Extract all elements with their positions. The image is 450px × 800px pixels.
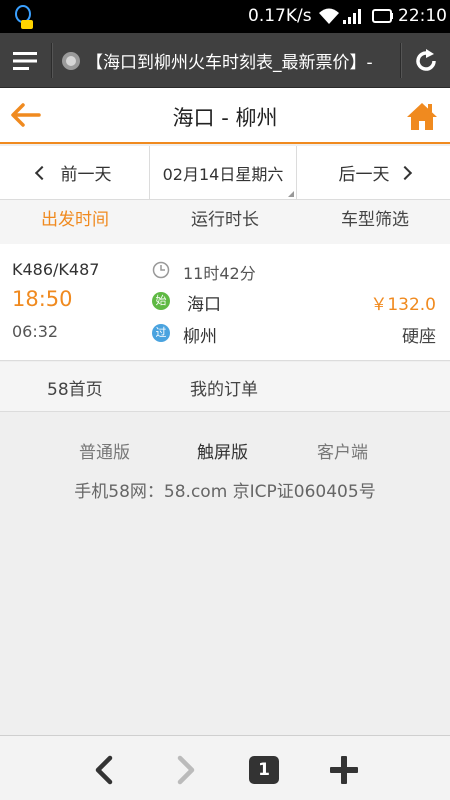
next-day-label: 后一天 bbox=[338, 165, 390, 185]
wifi-icon bbox=[319, 8, 339, 24]
new-tab-icon bbox=[330, 756, 358, 784]
refresh-icon bbox=[416, 48, 436, 71]
my-orders-link[interactable]: 我的订单 bbox=[190, 375, 258, 400]
home-link[interactable]: 58首页 bbox=[47, 375, 103, 400]
qq-notification-icon bbox=[15, 5, 33, 29]
status-bar: 0.17K/s 22:10 bbox=[0, 0, 450, 33]
client-app-link[interactable]: 客户端 bbox=[317, 438, 368, 463]
tabs-icon: 1 bbox=[249, 756, 279, 784]
divider bbox=[400, 43, 401, 78]
passing-badge: 过 bbox=[152, 324, 170, 342]
seat-type: 硬座 bbox=[402, 327, 436, 347]
arrive-time: 06:32 bbox=[12, 322, 59, 341]
ticket-price: ￥132.0 bbox=[370, 295, 436, 315]
signal-icon bbox=[343, 9, 361, 24]
battery-icon bbox=[372, 9, 393, 23]
tab-duration[interactable]: 运行时长 bbox=[150, 200, 300, 244]
network-speed: 0.17K/s bbox=[248, 6, 312, 26]
home-icon[interactable] bbox=[406, 100, 438, 132]
page-title: 【海口到柳州火车时刻表_最新票价】- bbox=[86, 53, 373, 73]
browser-menu-button[interactable] bbox=[0, 33, 50, 88]
refresh-button[interactable] bbox=[402, 33, 450, 88]
origin-badge: 始 bbox=[152, 292, 170, 310]
divider bbox=[51, 43, 52, 78]
browser-bottom-toolbar: 1 bbox=[0, 735, 450, 800]
forward-icon bbox=[177, 755, 195, 785]
next-day-button[interactable]: 后一天 bbox=[298, 146, 450, 199]
prev-day-button[interactable]: 前一天 bbox=[0, 146, 148, 199]
site-icon bbox=[62, 51, 80, 70]
new-tab-button[interactable] bbox=[324, 750, 364, 790]
copyright-text: 手机58网：58.com 京ICP证060405号 bbox=[74, 482, 376, 502]
route-title: 海口 - 柳州 bbox=[172, 106, 278, 130]
train-list-item[interactable]: K486/K487 18:50 06:32 11时42分 始 海口 过 柳州 ￥… bbox=[0, 244, 450, 361]
clock-icon bbox=[152, 261, 170, 279]
version-links: 普通版 触屏版 客户端 bbox=[0, 438, 450, 463]
app-header: 海口 - 柳州 bbox=[0, 88, 450, 144]
tab-train-type-filter[interactable]: 车型筛选 bbox=[300, 200, 450, 244]
menu-icon bbox=[13, 51, 37, 70]
back-icon bbox=[95, 755, 113, 785]
touch-version-label: 触屏版 bbox=[197, 443, 248, 463]
from-station: 海口 bbox=[187, 295, 221, 315]
date-select[interactable]: 02月14日星期六 bbox=[149, 146, 297, 199]
date-switcher: 前一天 02月14日星期六 后一天 bbox=[0, 146, 450, 200]
tab-departure-time[interactable]: 出发时间 bbox=[0, 200, 150, 244]
travel-duration: 11时42分 bbox=[183, 264, 256, 283]
tabs-button[interactable]: 1 bbox=[244, 750, 284, 790]
browser-back-button[interactable] bbox=[84, 750, 124, 790]
browser-address-bar: 【海口到柳州火车时刻表_最新票价】- bbox=[0, 33, 450, 88]
chevron-left-icon bbox=[34, 165, 49, 180]
sort-tabs: 出发时间 运行时长 车型筛选 bbox=[0, 200, 450, 244]
current-date: 02月14日星期六 bbox=[162, 164, 284, 184]
depart-time: 18:50 bbox=[12, 287, 73, 311]
dropdown-corner-icon bbox=[288, 191, 294, 197]
train-number: K486/K487 bbox=[12, 260, 100, 279]
standard-version-link[interactable]: 普通版 bbox=[79, 438, 130, 463]
status-time: 22:10 bbox=[398, 6, 447, 26]
to-station: 柳州 bbox=[183, 327, 217, 347]
browser-forward-button[interactable] bbox=[166, 750, 206, 790]
url-field[interactable]: 【海口到柳州火车时刻表_最新票价】- bbox=[62, 33, 398, 88]
chevron-right-icon bbox=[397, 165, 412, 180]
prev-day-label: 前一天 bbox=[60, 165, 112, 185]
footer-nav: 58首页 我的订单 bbox=[0, 362, 450, 412]
